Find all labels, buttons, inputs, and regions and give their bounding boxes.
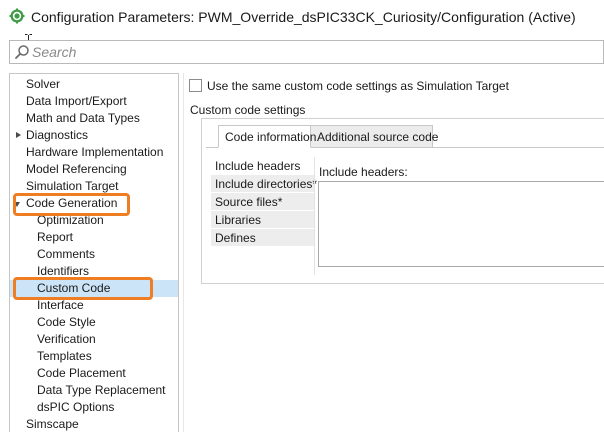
category-libraries[interactable]: Libraries [211,211,314,229]
tree-item-diagnostics[interactable]: Diagnostics [10,127,178,144]
tree-item-data-import-export[interactable]: Data Import/Export [10,93,178,110]
search-input[interactable] [32,43,592,61]
search-icon [15,45,29,59]
tree-item-hardware-implementation[interactable]: Hardware Implementation [10,144,178,161]
tree-item-interface[interactable]: Interface [10,297,178,314]
tree-item-optimization[interactable]: Optimization [10,212,178,229]
tree-item-model-referencing[interactable]: Model Referencing [10,161,178,178]
category-tree[interactable]: Solver Data Import/Export Math and Data … [9,73,179,432]
tree-item-dspic-options[interactable]: dsPIC Options [10,399,178,416]
category-defines[interactable]: Defines [211,229,314,247]
same-settings-checkbox[interactable] [189,79,202,92]
tree-item-identifiers[interactable]: Identifiers [10,263,178,280]
tab-code-information[interactable]: Code information [218,125,316,148]
search-box[interactable] [9,40,604,64]
category-divider [314,157,315,275]
title-bar: Configuration Parameters: PWM_Override_d… [0,0,604,33]
pane-divider[interactable] [183,73,184,432]
tree-item-simulation-target[interactable]: Simulation Target [10,178,178,195]
category-include-headers[interactable]: Include headers [211,157,314,175]
expand-arrow-icon[interactable] [16,132,21,138]
tree-item-math-and-data-types[interactable]: Math and Data Types [10,110,178,127]
category-source-files[interactable]: Source files* [211,193,314,211]
window-title: Configuration Parameters: PWM_Override_d… [31,9,576,25]
tree-item-verification[interactable]: Verification [10,331,178,348]
include-headers-textarea[interactable] [318,181,604,267]
category-include-directories[interactable]: Include directories* [211,175,317,193]
tree-item-solver[interactable]: Solver [10,76,178,93]
tab-additional-source-code[interactable]: Additional source code [311,125,438,148]
simulink-gear-icon [9,8,25,24]
tree-item-code-placement[interactable]: Code Placement [10,365,178,382]
include-headers-label: Include headers: [319,165,408,179]
tree-item-templates[interactable]: Templates [10,348,178,365]
collapse-arrow-icon[interactable] [14,202,20,207]
tree-item-custom-code[interactable]: Custom Code [10,280,178,297]
tree-item-comments[interactable]: Comments [10,246,178,263]
tree-item-simscape[interactable]: Simscape [10,416,178,432]
tree-item-data-type-replacement[interactable]: Data Type Replacement [10,382,178,399]
custom-code-settings-heading: Custom code settings [190,103,306,117]
tree-item-code-generation[interactable]: Code Generation [10,195,178,212]
tree-item-report[interactable]: Report [10,229,178,246]
tree-item-code-style[interactable]: Code Style [10,314,178,331]
same-settings-label[interactable]: Use the same custom code settings as Sim… [207,79,509,93]
